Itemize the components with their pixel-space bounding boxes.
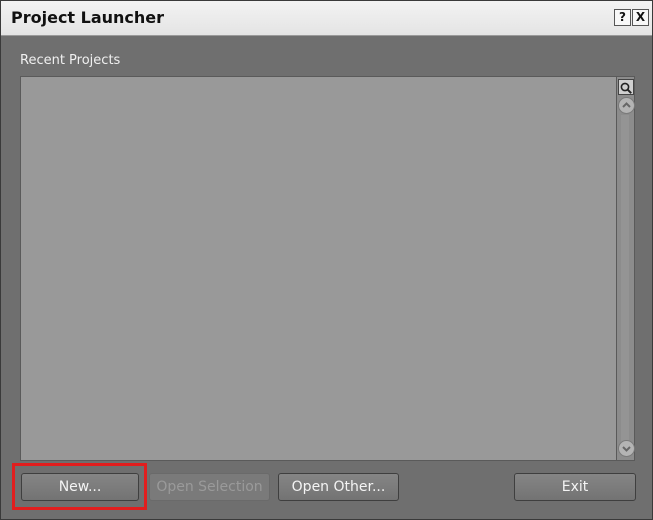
recent-projects-list[interactable]: [20, 76, 617, 461]
title-bar: Project Launcher ? X: [1, 1, 652, 36]
help-button[interactable]: ?: [614, 9, 631, 26]
search-icon[interactable]: [618, 79, 634, 95]
new-project-button[interactable]: New...: [21, 473, 139, 501]
scroll-track[interactable]: [621, 115, 629, 445]
open-selection-button[interactable]: Open Selection: [149, 473, 270, 501]
close-button[interactable]: X: [632, 9, 649, 26]
exit-button[interactable]: Exit: [514, 473, 636, 501]
scroll-down-icon[interactable]: [618, 440, 635, 457]
open-other-button[interactable]: Open Other...: [278, 473, 399, 501]
window-title: Project Launcher: [11, 8, 165, 27]
recent-projects-scrollbar[interactable]: [617, 76, 635, 461]
scroll-up-icon[interactable]: [618, 97, 635, 114]
recent-projects-label: Recent Projects: [20, 53, 121, 68]
project-launcher-window: Project Launcher ? X Recent Projects New…: [0, 0, 653, 520]
